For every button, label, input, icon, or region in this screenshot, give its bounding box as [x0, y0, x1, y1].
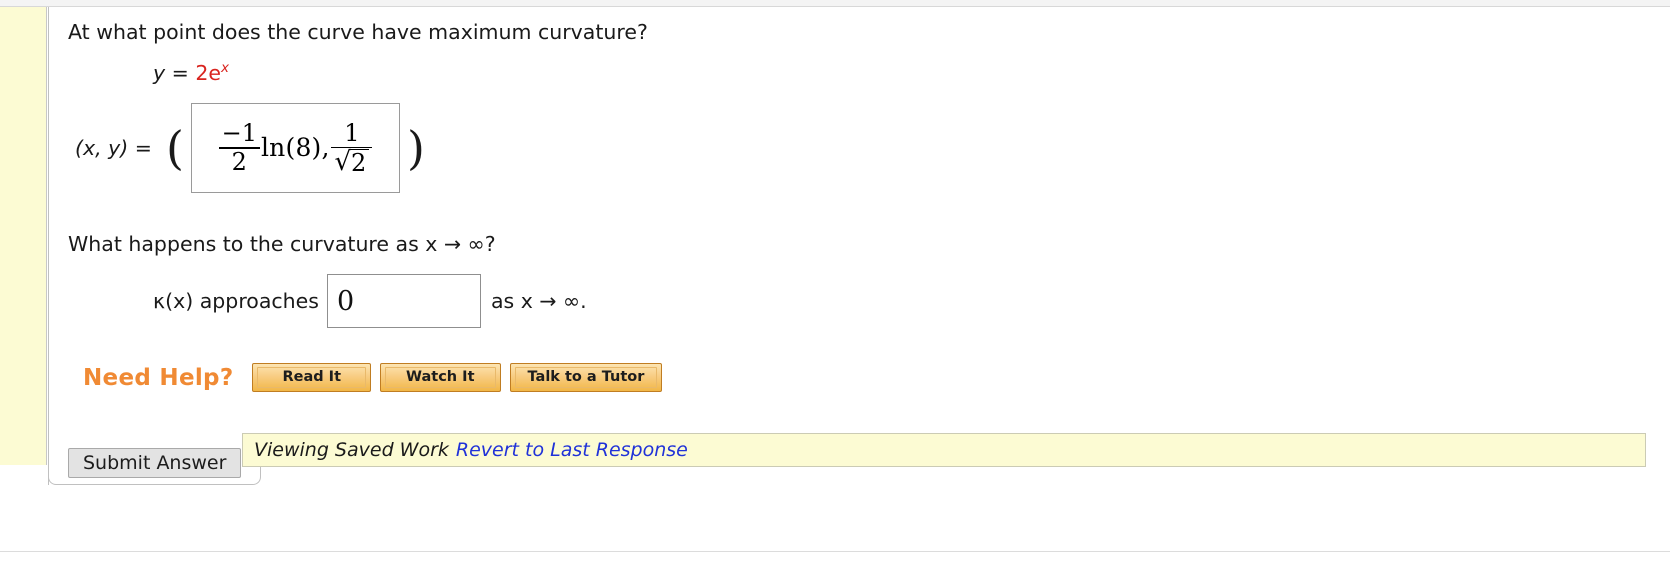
answer-expression: −1 2 ln (8) , 1 √ 2: [218, 118, 374, 176]
x-fraction-numerator: −1: [221, 119, 257, 148]
coordinate-label: (x, y) =: [75, 136, 152, 160]
question-card-left-border: [48, 7, 49, 485]
x-value-ln: ln: [260, 133, 286, 163]
need-help-row: Need Help? Read It Watch It Talk to a Tu…: [83, 363, 671, 392]
given-equation-lhs: y =: [153, 60, 196, 85]
y-value-fraction: 1 √ 2: [331, 118, 373, 175]
bottom-page-area: [0, 552, 1670, 582]
left-gutter-panel: [0, 7, 47, 465]
y-fraction-denominator: √ 2: [331, 148, 372, 175]
x-value-ln-argument: (8): [285, 133, 322, 163]
talk-to-a-tutor-button[interactable]: Talk to a Tutor: [509, 363, 663, 392]
expression-separator: ,: [321, 133, 330, 163]
radicand: 2: [349, 149, 370, 175]
watch-it-button-label: Watch It: [385, 367, 496, 388]
coordinate-answer-row: (x, y) = ( −1 2 ln (8) , 1 √ 2): [75, 103, 432, 193]
revert-to-last-response-link[interactable]: Revert to Last Response: [456, 439, 688, 461]
read-it-button-label: Read It: [257, 367, 367, 388]
status-bar: Viewing Saved Work Revert to Last Respon…: [242, 433, 1646, 467]
open-paren: (: [166, 121, 184, 175]
x-value-fraction: −1 2: [218, 119, 260, 176]
read-it-button[interactable]: Read It: [252, 363, 372, 392]
limit-tail-text: as x → ∞.: [490, 289, 587, 313]
limit-label: κ(x) approaches: [153, 289, 319, 313]
given-equation: y = 2ex: [153, 60, 229, 85]
x-fraction-denominator: 2: [231, 147, 247, 176]
y-fraction-numerator: 1: [344, 118, 360, 147]
limit-answer-input[interactable]: 0: [326, 274, 481, 328]
status-text: Viewing Saved Work: [254, 439, 449, 461]
question-prompt-2: What happens to the curvature as x → ∞?: [68, 232, 496, 256]
close-paren: ): [406, 121, 425, 175]
square-root-icon: √ 2: [334, 149, 370, 175]
given-equation-base: e: [208, 60, 222, 85]
page-top-strip: [0, 0, 1670, 7]
watch-it-button[interactable]: Watch It: [380, 363, 501, 392]
talk-to-a-tutor-button-label: Talk to a Tutor: [514, 367, 658, 388]
submit-answer-button[interactable]: Submit Answer: [68, 448, 242, 478]
given-equation-exponent: x: [221, 60, 230, 76]
need-help-label: Need Help?: [83, 364, 234, 391]
coordinate-answer-input[interactable]: −1 2 ln (8) , 1 √ 2: [190, 103, 400, 193]
limit-answer-row: κ(x) approaches 0 as x → ∞.: [153, 274, 587, 328]
given-equation-coefficient: 2: [195, 60, 209, 85]
question-prompt-1: At what point does the curve have maximu…: [68, 20, 648, 44]
